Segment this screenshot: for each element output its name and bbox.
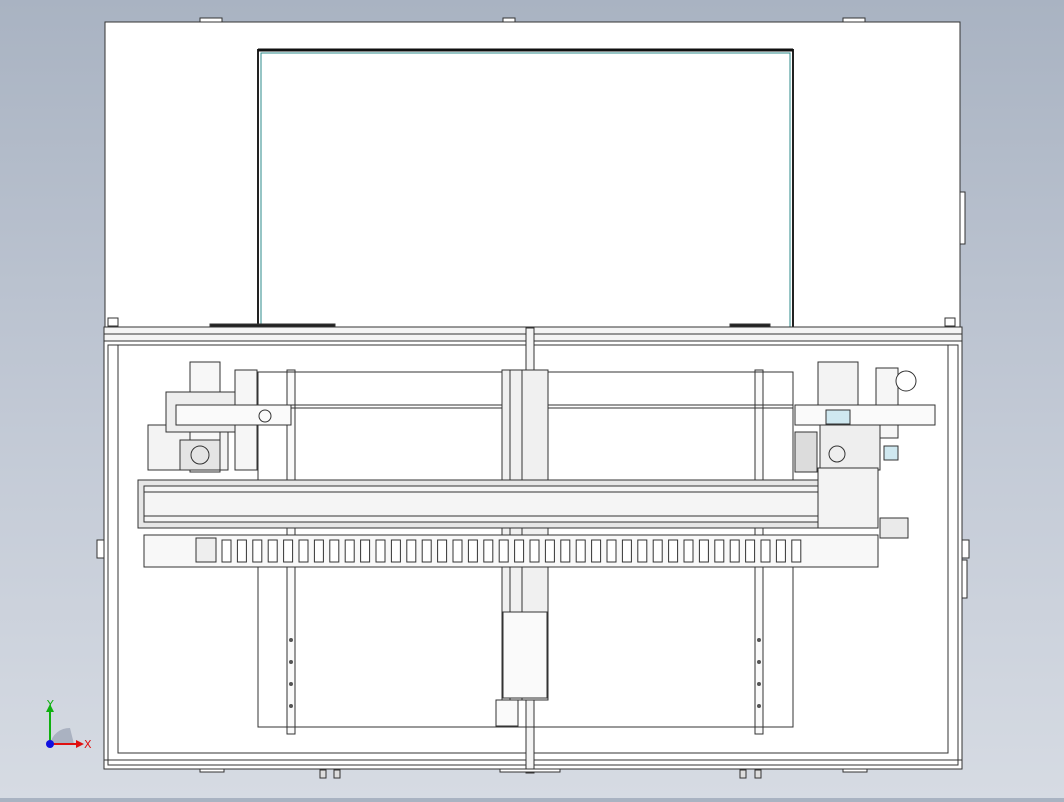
frame-bolt [289,682,293,686]
chain-link [313,539,324,563]
chain-link [745,539,756,563]
chain-link [329,539,340,563]
foot-right-1 [739,769,747,779]
chain-link [344,539,355,563]
chain-link [775,539,786,563]
z-axis-dot [46,740,54,748]
frame-bolt [289,638,293,642]
frame-bolt [757,704,761,708]
frame-bolt [289,704,293,708]
foot-left-1 [319,769,327,779]
chain-link [221,539,232,563]
chain-link [298,539,309,563]
slide-carriage [502,611,548,699]
chain-link [791,539,802,563]
triad-arc [50,727,74,744]
chain-link [683,539,694,563]
chain-link [498,539,509,563]
foot-left-2 [333,769,341,779]
chain-link [236,539,247,563]
chain-link [437,539,448,563]
chain-link [668,539,679,563]
chain-link [421,539,432,563]
frame-bolt [757,638,761,642]
chain-link [529,539,540,563]
chain-link [360,539,371,563]
chain-link [452,539,463,563]
chain-link [483,539,494,563]
chain-link [375,539,386,563]
chain-link [637,539,648,563]
frame-bolt [757,682,761,686]
chain-link [575,539,586,563]
upper-cover-tab-left [199,17,223,23]
display-window [257,49,794,371]
chain-link [467,539,478,563]
machine-drawing [96,17,970,779]
chain-link [760,539,771,563]
frame-bolt [757,660,761,664]
upper-cover-tab-right [842,17,866,23]
chain-link [606,539,617,563]
chain-link [714,539,725,563]
chain-link [267,539,278,563]
chain-link [252,539,263,563]
cad-viewport[interactable]: Y X [0,0,1064,798]
y-axis-label: Y [46,698,54,711]
chain-link [729,539,740,563]
side-handle-right [959,191,966,245]
axis-triad: Y X [46,698,92,751]
chain-link [390,539,401,563]
x-axis-arrow [76,740,84,748]
frame-bolt [289,660,293,664]
chain-link [406,539,417,563]
chain-link [652,539,663,563]
chain-link [514,539,525,563]
chain-link [591,539,602,563]
chain-link [544,539,555,563]
x-axis-label: X [84,738,92,751]
chain-link [560,539,571,563]
chain-link [283,539,294,563]
chain-link [621,539,632,563]
upper-cover-tab-mid [502,17,516,23]
foot-right-2 [754,769,762,779]
chain-link [698,539,709,563]
